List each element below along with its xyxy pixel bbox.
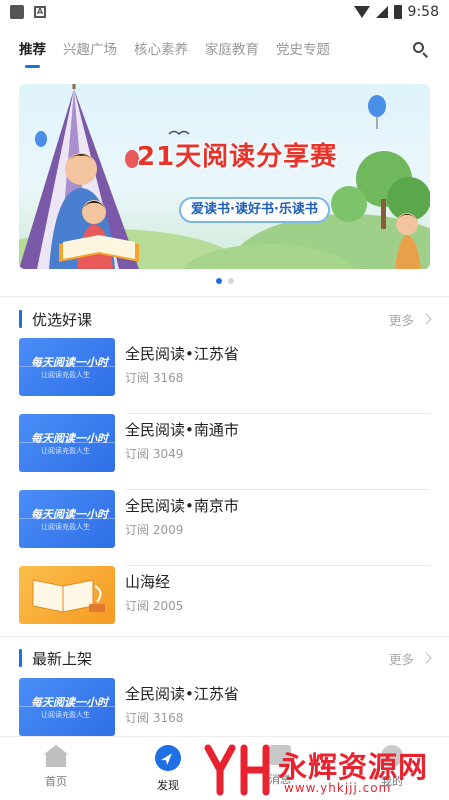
status-bar: A 9:58 [0,0,449,24]
search-icon[interactable] [411,40,431,60]
more-label: 更多 [388,651,414,667]
course-name: 全民阅读•南京市 [125,497,239,515]
thumbnail-title: 每天阅读一小时 [31,432,108,445]
section-accent-bar [19,310,22,328]
chevron-right-icon [420,313,432,325]
course-name: 全民阅读•江苏省 [125,685,239,703]
section-title: 最新上架 [32,649,93,668]
watermark-text: 永辉资源网 [278,750,429,784]
section-divider [0,636,449,637]
watermark-url: www.yhkjjj.com [284,781,392,795]
thumbnail-title: 每天阅读一小时 [31,508,108,521]
tab-core-literacy[interactable]: 核心素养 [134,32,188,68]
section-accent-bar [19,649,22,667]
wifi-icon [353,6,370,18]
featured-more-link[interactable]: 更多 [388,310,432,329]
course-name: 全民阅读•南通市 [125,421,239,439]
carousel-dot-active [215,278,222,284]
thumbnail-title: 每天阅读一小时 [31,696,108,709]
tab-recommend[interactable]: 推荐 [19,32,46,68]
nav-label: 发现 [157,779,179,792]
more-label: 更多 [388,312,414,328]
thumbnail-subtitle: 让阅读充盈人生 [41,711,90,719]
course-subscribers: 订阅 2009 [125,523,184,537]
thumbnail-subtitle: 让阅读充盈人生 [41,523,90,531]
course-item[interactable]: 每天阅读一小时 让阅读充盈人生 全民阅读•江苏省 订阅 3168 [19,338,430,414]
category-tabs: 推荐 兴趣广场 核心素养 家庭教育 党史专题 [0,30,449,70]
carousel-dot [227,278,234,284]
course-thumbnail [19,566,115,624]
course-thumbnail: 每天阅读一小时 让阅读充盈人生 [19,678,115,736]
banner-slogan: 爱读书·读好书·乐读书 [179,197,330,223]
app-notification-icon [10,5,24,19]
status-time: 9:58 [407,4,439,20]
compass-icon [155,745,181,771]
course-item[interactable]: 每天阅读一小时 让阅读充盈人生 全民阅读•南京市 订阅 2009 [19,490,430,566]
new-arrivals-more-link[interactable]: 更多 [388,649,432,668]
thumbnail-subtitle: 让阅读充盈人生 [41,447,90,455]
course-subscribers: 订阅 2005 [125,599,184,613]
new-arrivals-section-header: 最新上架 更多 [19,646,432,670]
carousel-indicator [0,278,449,284]
course-thumbnail: 每天阅读一小时 让阅读充盈人生 [19,338,115,396]
home-icon [44,745,68,767]
watermark-logo-icon [204,744,270,796]
thumbnail-title: 每天阅读一小时 [31,356,108,369]
course-thumbnail: 每天阅读一小时 让阅读充盈人生 [19,490,115,548]
course-thumbnail: 每天阅读一小时 让阅读充盈人生 [19,414,115,472]
watermark: 永辉资源网 www.yhkjjj.com [200,742,449,800]
chevron-right-icon [420,652,432,664]
course-item[interactable]: 山海经 订阅 2005 [19,566,430,642]
nav-label: 首页 [45,775,67,788]
tab-interest-square[interactable]: 兴趣广场 [63,32,117,68]
banner-carousel[interactable]: 21天阅读分享赛 爱读书·读好书·乐读书 [19,84,430,269]
course-item[interactable]: 每天阅读一小时 让阅读充盈人生 全民阅读•南通市 订阅 3049 [19,414,430,490]
a-notification-icon: A [34,6,46,18]
banner-title: 21天阅读分享赛 [137,142,338,172]
battery-icon [393,5,402,19]
course-subscribers: 订阅 3168 [125,371,184,385]
section-divider [0,296,449,297]
tab-family-education[interactable]: 家庭教育 [205,32,259,68]
signal-icon [375,6,388,18]
course-subscribers: 订阅 3049 [125,447,184,461]
tab-party-history[interactable]: 党史专题 [276,32,330,68]
open-book-icon [32,579,105,613]
course-subscribers: 订阅 3168 [125,711,184,725]
course-name: 全民阅读•江苏省 [125,345,239,363]
featured-section-header: 优选好课 更多 [19,307,432,331]
thumbnail-subtitle: 让阅读充盈人生 [41,371,90,379]
nav-home[interactable]: 首页 [0,737,112,800]
section-title: 优选好课 [32,310,93,329]
course-name: 山海经 [125,573,171,591]
banner-illustration [19,84,430,269]
